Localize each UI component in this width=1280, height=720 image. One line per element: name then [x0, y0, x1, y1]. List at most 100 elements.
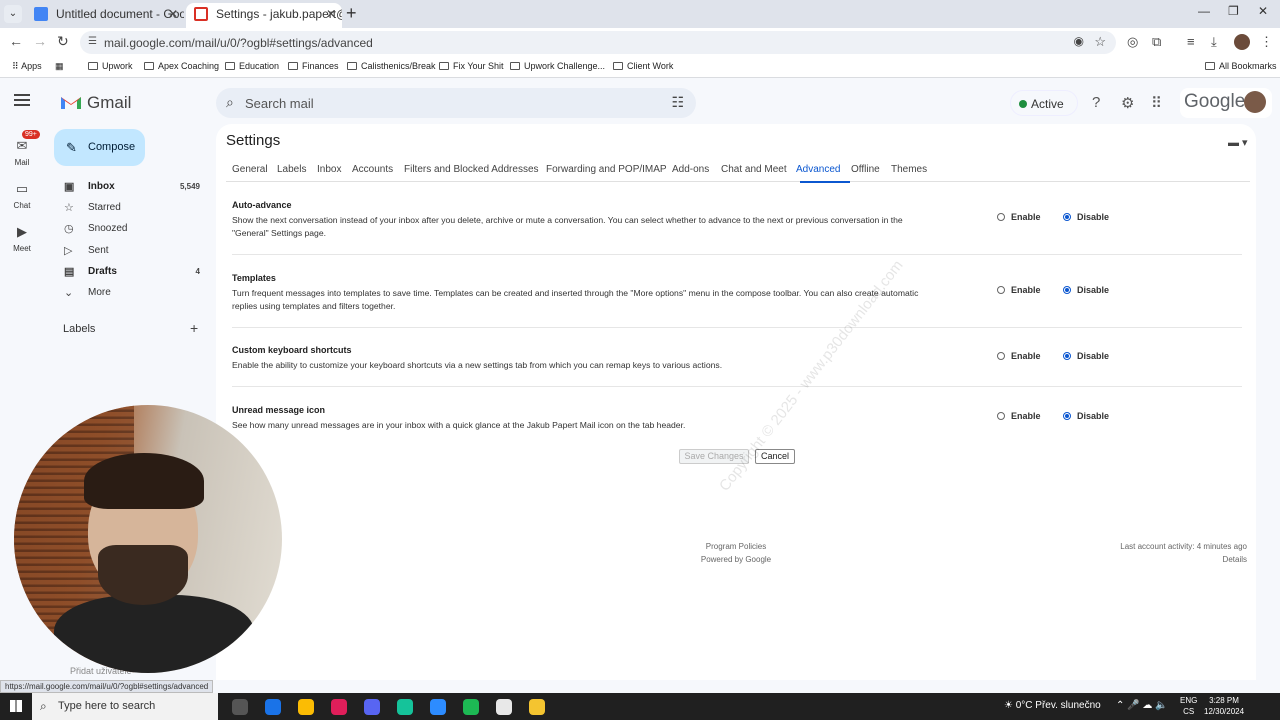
forward-icon[interactable]: → [33, 33, 47, 49]
browser-toolbar: ← → ↻ ☰ mail.google.com/mail/u/0/?ogbl#s… [0, 28, 1280, 56]
back-icon[interactable]: ← [9, 33, 23, 49]
folder-icon [510, 62, 520, 70]
rail-mail[interactable]: ✉ 99+ Mail [0, 130, 44, 167]
video-icon: ▶ [17, 224, 27, 239]
tab-labels[interactable]: Labels [277, 164, 306, 175]
file-explorer-icon[interactable] [529, 699, 545, 715]
settings-gear-icon[interactable]: ⚙ [1121, 94, 1134, 112]
address-bar[interactable]: ☰ mail.google.com/mail/u/0/?ogbl#setting… [80, 31, 1116, 54]
search-input[interactable]: Search mail [245, 96, 314, 111]
taskbar-search[interactable]: ⌕ Type here to search [32, 693, 218, 720]
help-icon[interactable]: ? [1092, 94, 1100, 111]
slack-icon[interactable] [331, 699, 347, 715]
search-icon[interactable]: ⌕ [226, 94, 234, 111]
edge-icon[interactable] [265, 699, 281, 715]
bookmark-fix[interactable]: Fix Your Shit [439, 61, 504, 71]
app-q-icon[interactable] [496, 699, 512, 715]
tab-addons[interactable]: Add-ons [672, 164, 709, 175]
rail-chat[interactable]: ▭ Chat [0, 181, 44, 210]
all-bookmarks[interactable]: All Bookmarks [1205, 61, 1277, 71]
bookmark-apps[interactable]: ⠿ Apps [12, 61, 42, 72]
bookmark-star-icon[interactable]: ☆ [1094, 34, 1106, 50]
media-icon[interactable]: ≡ [1187, 34, 1195, 49]
tab-general[interactable]: General [232, 164, 268, 175]
shortcuts-enable-radio[interactable]: Enable [997, 351, 1041, 361]
tab-inbox[interactable]: Inbox [317, 164, 341, 175]
tray-icons[interactable]: ⌃ 🎤 ☁ 🔈 [1116, 700, 1168, 711]
zoom-icon[interactable] [430, 699, 446, 715]
download-icon[interactable]: ⤓ [1211, 34, 1217, 50]
account-avatar[interactable] [1244, 91, 1266, 113]
menu-dots-icon[interactable]: ⋮ [1260, 34, 1273, 50]
tab-chat-meet[interactable]: Chat and Meet [721, 164, 787, 175]
bookmark-upwork[interactable]: Upwork [88, 61, 133, 71]
tab-search-button[interactable]: ⌄ [4, 5, 22, 23]
pencil-icon: ✎ [66, 140, 77, 155]
google-account[interactable]: Google [1180, 88, 1272, 118]
windows-start-icon[interactable] [10, 700, 22, 712]
minimize-icon[interactable]: — [1198, 4, 1210, 18]
reload-icon[interactable]: ↻ [57, 33, 69, 50]
nav-inbox[interactable]: ▣ Inbox 5,549 [54, 177, 206, 197]
profile-avatar[interactable] [1234, 34, 1250, 50]
close-tab-icon[interactable]: ✕ [168, 3, 178, 25]
unread-enable-radio[interactable]: Enable [997, 411, 1041, 421]
spotify-icon[interactable] [463, 699, 479, 715]
restore-icon[interactable]: ❐ [1228, 4, 1239, 18]
nav-starred[interactable]: ☆ Starred [54, 198, 206, 218]
unread-disable-radio[interactable]: Disable [1063, 411, 1109, 421]
browser-tab-docs[interactable]: Untitled document - Google Do ✕ [26, 3, 184, 28]
bookmark-client-work[interactable]: Client Work [613, 61, 673, 71]
tab-advanced[interactable]: Advanced [796, 164, 840, 175]
browser-tab-gmail[interactable]: Settings - jakub.papert@jakew ✕ [186, 3, 342, 28]
eye-off-icon[interactable]: ◉ [1074, 34, 1084, 48]
nav-sent[interactable]: ▷ Sent [54, 241, 206, 261]
chrome-icon[interactable] [298, 699, 314, 715]
search-bar[interactable]: ⌕ Search mail ☷ [216, 88, 696, 118]
task-view-icon[interactable] [232, 699, 248, 715]
main-menu-icon[interactable] [14, 94, 30, 106]
templates-disable-radio[interactable]: Disable [1063, 285, 1109, 295]
system-clock[interactable]: 3:28 PM 12/30/2024 [1204, 695, 1244, 717]
search-options-icon[interactable]: ☷ [671, 94, 684, 111]
add-label-icon[interactable]: + [190, 320, 198, 336]
nav-drafts[interactable]: ▤ Drafts 4 [54, 262, 206, 282]
app-icon[interactable] [364, 699, 380, 715]
bookmark-upwork-challenge[interactable]: Upwork Challenge... [510, 61, 605, 71]
input-tools-icon[interactable]: ▬ ▾ [1228, 136, 1248, 149]
puzzle-icon[interactable]: ⧉ [1152, 34, 1161, 50]
tab-offline[interactable]: Offline [851, 164, 880, 175]
new-tab-icon[interactable]: + [346, 3, 357, 24]
program-policies-link[interactable]: Program Policies [686, 542, 786, 551]
weather-widget[interactable]: ☀ 0°C Přev. slunečno [1004, 700, 1101, 711]
grid-icon[interactable]: ▦ [55, 61, 64, 72]
weather-icon: ☀ [1004, 700, 1016, 711]
tab-forwarding[interactable]: Forwarding and POP/IMAP [546, 164, 667, 175]
templates-enable-radio[interactable]: Enable [997, 285, 1041, 295]
nav-snoozed[interactable]: ◷ Snoozed [54, 219, 206, 239]
webcam-overlay [14, 405, 282, 673]
shortcuts-disable-radio[interactable]: Disable [1063, 351, 1109, 361]
search-icon: ⌕ [40, 699, 47, 713]
extension-icon[interactable]: ◎ [1127, 34, 1138, 50]
details-link[interactable]: Details [1223, 555, 1247, 564]
tab-filters[interactable]: Filters and Blocked Addresses [404, 164, 539, 175]
rail-meet[interactable]: ▶ Meet [0, 224, 44, 253]
language-indicator[interactable]: ENG CS [1180, 695, 1197, 717]
window-close-icon[interactable]: ✕ [1258, 4, 1268, 18]
tab-themes[interactable]: Themes [891, 164, 927, 175]
auto-advance-disable-radio[interactable]: Disable [1063, 212, 1109, 222]
site-info-icon[interactable]: ☰ [88, 36, 97, 47]
status-dropdown[interactable]: Active ⌄ [1010, 90, 1078, 137]
bookmark-apex[interactable]: Apex Coaching [144, 61, 219, 71]
tab-accounts[interactable]: Accounts [352, 164, 393, 175]
nav-more[interactable]: ⌄ More [54, 283, 206, 303]
bookmark-finances[interactable]: Finances [288, 61, 339, 71]
close-tab-icon[interactable]: ✕ [326, 3, 336, 25]
bookmark-calisthenics[interactable]: Calisthenics/Break [347, 61, 436, 71]
grammarly-icon[interactable] [397, 699, 413, 715]
auto-advance-enable-radio[interactable]: Enable [997, 212, 1041, 222]
bookmark-education[interactable]: Education [225, 61, 279, 71]
compose-button[interactable]: ✎ Compose [54, 129, 145, 166]
google-apps-icon[interactable]: ⠿ [1151, 94, 1162, 112]
